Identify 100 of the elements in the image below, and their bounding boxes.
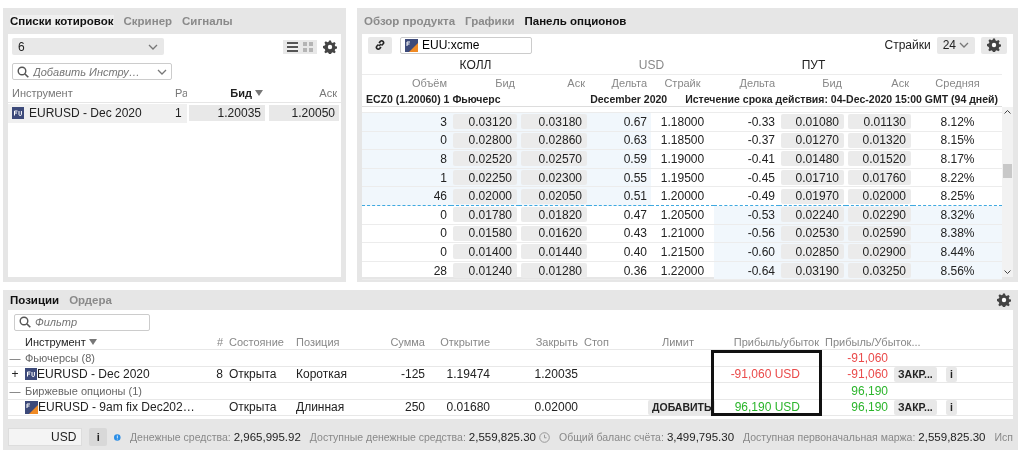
volume-cell: 0 (440, 226, 447, 241)
ask-price[interactable]: 0.01440 (521, 244, 587, 260)
bid-price[interactable]: 0.01580 (453, 225, 517, 241)
bid-price[interactable]: 0.01480 (781, 151, 844, 167)
tab[interactable]: Списки котировок (10, 15, 114, 27)
ask-price[interactable]: 0.02000 (848, 188, 911, 204)
ask-price[interactable]: 0.02300 (521, 170, 587, 186)
ask-cell[interactable]: 1.20050 (269, 105, 339, 121)
ask-price[interactable]: 0.02570 (521, 151, 587, 167)
bid-price[interactable]: 0.02800 (453, 132, 517, 148)
volatility-cell: 8.25% (940, 189, 975, 204)
account-field[interactable]: USD (8, 428, 83, 446)
column-header[interactable]: Лимит (661, 335, 695, 348)
delta-cell: 0.51 (623, 189, 647, 204)
column-header[interactable]: Состояние (229, 335, 284, 348)
strike-cell: 1.21500 (660, 244, 705, 259)
ask-price[interactable]: 0.02860 (521, 132, 587, 148)
list-dropdown[interactable]: 6 (12, 38, 164, 55)
bid-price[interactable]: 0.01970 (781, 188, 844, 204)
column-header[interactable]: Сумма (390, 335, 425, 348)
ask-price[interactable]: 0.02050 (521, 188, 587, 204)
scrollbar-thumb[interactable] (1003, 164, 1012, 178)
ask-price[interactable]: 0.02290 (848, 207, 911, 223)
expand-toggle[interactable]: + (11, 367, 19, 382)
strike-cell: 1.21000 (660, 226, 705, 241)
bid-cell[interactable]: 1.20035 (189, 105, 265, 121)
delta-cell: -0.53 (747, 207, 775, 222)
strike-cell: 1.18000 (660, 114, 705, 129)
settings-icon[interactable] (997, 293, 1011, 307)
symbol-field[interactable]: EUU:xcme (400, 36, 532, 54)
column-header[interactable]: Аск (319, 87, 337, 99)
ask-price[interactable]: 0.03180 (521, 114, 587, 130)
bid-price[interactable]: 0.02240 (781, 207, 844, 223)
settings-button[interactable] (981, 36, 1007, 54)
ask-price[interactable]: 0.01760 (848, 170, 911, 186)
column-header[interactable]: Бид (230, 87, 252, 99)
bid-price[interactable]: 0.02250 (453, 170, 517, 186)
table-cell: 1 (175, 106, 182, 120)
info-button[interactable]: i (946, 399, 957, 415)
ask-price[interactable]: 0.01320 (848, 132, 911, 148)
scrollbar[interactable] (1002, 107, 1013, 277)
instrument-name[interactable]: EURUSD - Dec 2020 (37, 367, 150, 382)
bid-price[interactable]: 0.03190 (781, 263, 844, 279)
bid-price[interactable]: 0.01270 (781, 132, 844, 148)
group-label[interactable]: Биржевые опционы (1) (25, 384, 142, 397)
pnl-total: 96,190 (851, 383, 888, 398)
filter-input[interactable]: Фильтр (35, 316, 145, 328)
column-header[interactable]: # (216, 335, 223, 348)
symbol-input[interactable]: EUU:xcme (422, 38, 527, 52)
ask-price[interactable]: 0.03250 (848, 263, 911, 279)
strike-cell: 1.20000 (660, 189, 705, 204)
ask-price[interactable]: 0.01130 (848, 114, 911, 130)
collapse-toggle[interactable]: — (9, 384, 21, 397)
column-header[interactable]: Закрыть (535, 335, 578, 348)
pnl-value: -91,060 (847, 367, 888, 382)
bid-price[interactable]: 0.02850 (781, 244, 844, 260)
column-header[interactable]: Инструмент (25, 335, 86, 348)
volatility-cell: 8.12% (940, 114, 975, 129)
settings-icon[interactable] (323, 39, 337, 54)
ask-price[interactable]: 0.01280 (521, 263, 587, 279)
column-header[interactable]: Прибыль/убыток (733, 335, 819, 348)
ask-price[interactable]: 0.01620 (521, 225, 587, 241)
ask-price[interactable]: 0.02900 (848, 244, 911, 260)
bid-price[interactable]: 0.01080 (781, 114, 844, 130)
caret-up-icon (1004, 109, 1011, 114)
column-header[interactable]: Открытие (440, 335, 490, 348)
volatility-cell: 8.17% (940, 152, 975, 166)
sort-arrow-icon (88, 338, 97, 345)
column-header[interactable]: Инструмент (12, 87, 73, 99)
pnl-value: 96,190 USD (734, 400, 800, 415)
table-cell: 0.02000 (534, 400, 578, 415)
info-button[interactable]: i (89, 428, 108, 446)
ask-price[interactable]: 0.01520 (848, 151, 911, 167)
instrument-name[interactable]: EURUSD - 9am fix Dec202… (38, 400, 195, 415)
tab[interactable]: Панель опционов (524, 15, 627, 27)
group-label[interactable]: Фьючерсы (8) (25, 351, 95, 364)
bid-price[interactable]: 0.01780 (453, 207, 517, 223)
collapse-toggle[interactable]: — (9, 351, 21, 364)
tab[interactable]: Позиции (10, 294, 60, 306)
column-header[interactable]: Позиция (296, 335, 340, 348)
balance-label: Доступная первоначальная маржа: (743, 431, 916, 443)
strikes-dropdown[interactable]: 24 (936, 36, 975, 54)
ask-price[interactable]: 0.02590 (848, 225, 911, 241)
bid-price[interactable]: 0.01240 (453, 263, 517, 279)
bid-price[interactable]: 0.01400 (453, 244, 517, 260)
link-button[interactable] (368, 36, 392, 54)
ask-price[interactable]: 0.01820 (521, 207, 587, 223)
info-button[interactable]: i (946, 366, 957, 382)
column-header[interactable]: Стоп (584, 335, 609, 348)
bid-price[interactable]: 0.01710 (781, 170, 844, 186)
instrument-cell[interactable]: EURUSD - Dec 2020 (8, 103, 171, 123)
bid-price[interactable]: 0.02520 (453, 151, 517, 167)
bid-price[interactable]: 0.02530 (781, 225, 844, 241)
column-header: Дельта (739, 77, 775, 89)
list-view-icon[interactable] (287, 41, 298, 52)
delta-cell: -0.33 (747, 114, 775, 129)
bid-price[interactable]: 0.03120 (453, 114, 517, 130)
filter-field[interactable]: Фильтр (14, 313, 150, 331)
column-header[interactable]: Прибыль/Убыток... (825, 335, 921, 348)
bid-price[interactable]: 0.02000 (453, 188, 517, 204)
